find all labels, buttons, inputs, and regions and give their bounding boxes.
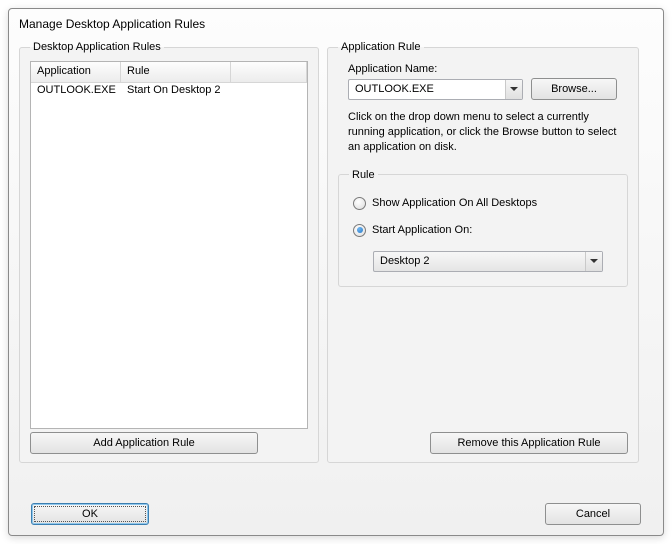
radio-selected-dot-icon [357, 227, 363, 233]
application-rule-legend: Application Rule [338, 41, 424, 53]
cell-application: OUTLOOK.EXE [31, 83, 121, 100]
column-rule[interactable]: Rule [121, 62, 231, 82]
window-title: Manage Desktop Application Rules [9, 9, 663, 35]
desktop-combo[interactable]: Desktop 2 [373, 251, 603, 272]
hint-text: Click on the drop down menu to select a … [348, 110, 622, 155]
rule-sub-legend: Rule [349, 169, 378, 181]
application-rule-group: Application Rule Application Name: OUTLO… [327, 41, 639, 463]
application-name-label: Application Name: [348, 63, 628, 75]
rules-listview[interactable]: Application Rule OUTLOOK.EXE Start On De… [30, 61, 308, 429]
application-name-value: OUTLOOK.EXE [349, 83, 505, 95]
rule-subgroup: Rule Show Application On All Desktops St… [338, 169, 628, 287]
column-filler [231, 62, 307, 82]
ok-button[interactable]: OK [31, 503, 149, 525]
add-application-rule-button[interactable]: Add Application Rule [30, 432, 258, 454]
application-name-row: OUTLOOK.EXE Browse... [348, 78, 628, 100]
desktop-combo-button[interactable] [585, 252, 602, 271]
remove-application-rule-button[interactable]: Remove this Application Rule [430, 432, 628, 454]
radio-show-all-row[interactable]: Show Application On All Desktops [353, 197, 617, 210]
dialog-window: Manage Desktop Application Rules Desktop… [8, 8, 664, 536]
radio-show-all-label: Show Application On All Desktops [372, 197, 537, 209]
desktop-rules-group: Desktop Application Rules Application Ru… [19, 41, 319, 463]
cell-rule: Start On Desktop 2 [121, 83, 227, 100]
application-name-combo[interactable]: OUTLOOK.EXE [348, 79, 523, 100]
combo-dropdown-button[interactable] [505, 80, 522, 99]
desktop-combo-value: Desktop 2 [374, 255, 602, 267]
radio-start-on-label: Start Application On: [372, 224, 472, 236]
column-application[interactable]: Application [31, 62, 121, 82]
dialog-footer: OK Cancel [9, 503, 663, 525]
radio-show-all[interactable] [353, 197, 366, 210]
desktop-rules-legend: Desktop Application Rules [30, 41, 164, 53]
content-area: Desktop Application Rules Application Ru… [9, 35, 663, 463]
listview-header: Application Rule [31, 62, 307, 83]
radio-start-on[interactable] [353, 224, 366, 237]
radio-start-on-row[interactable]: Start Application On: [353, 224, 617, 237]
chevron-down-icon [590, 259, 598, 263]
chevron-down-icon [510, 87, 518, 91]
table-row[interactable]: OUTLOOK.EXE Start On Desktop 2 [31, 83, 307, 100]
browse-button[interactable]: Browse... [531, 78, 617, 100]
cancel-button[interactable]: Cancel [545, 503, 641, 525]
